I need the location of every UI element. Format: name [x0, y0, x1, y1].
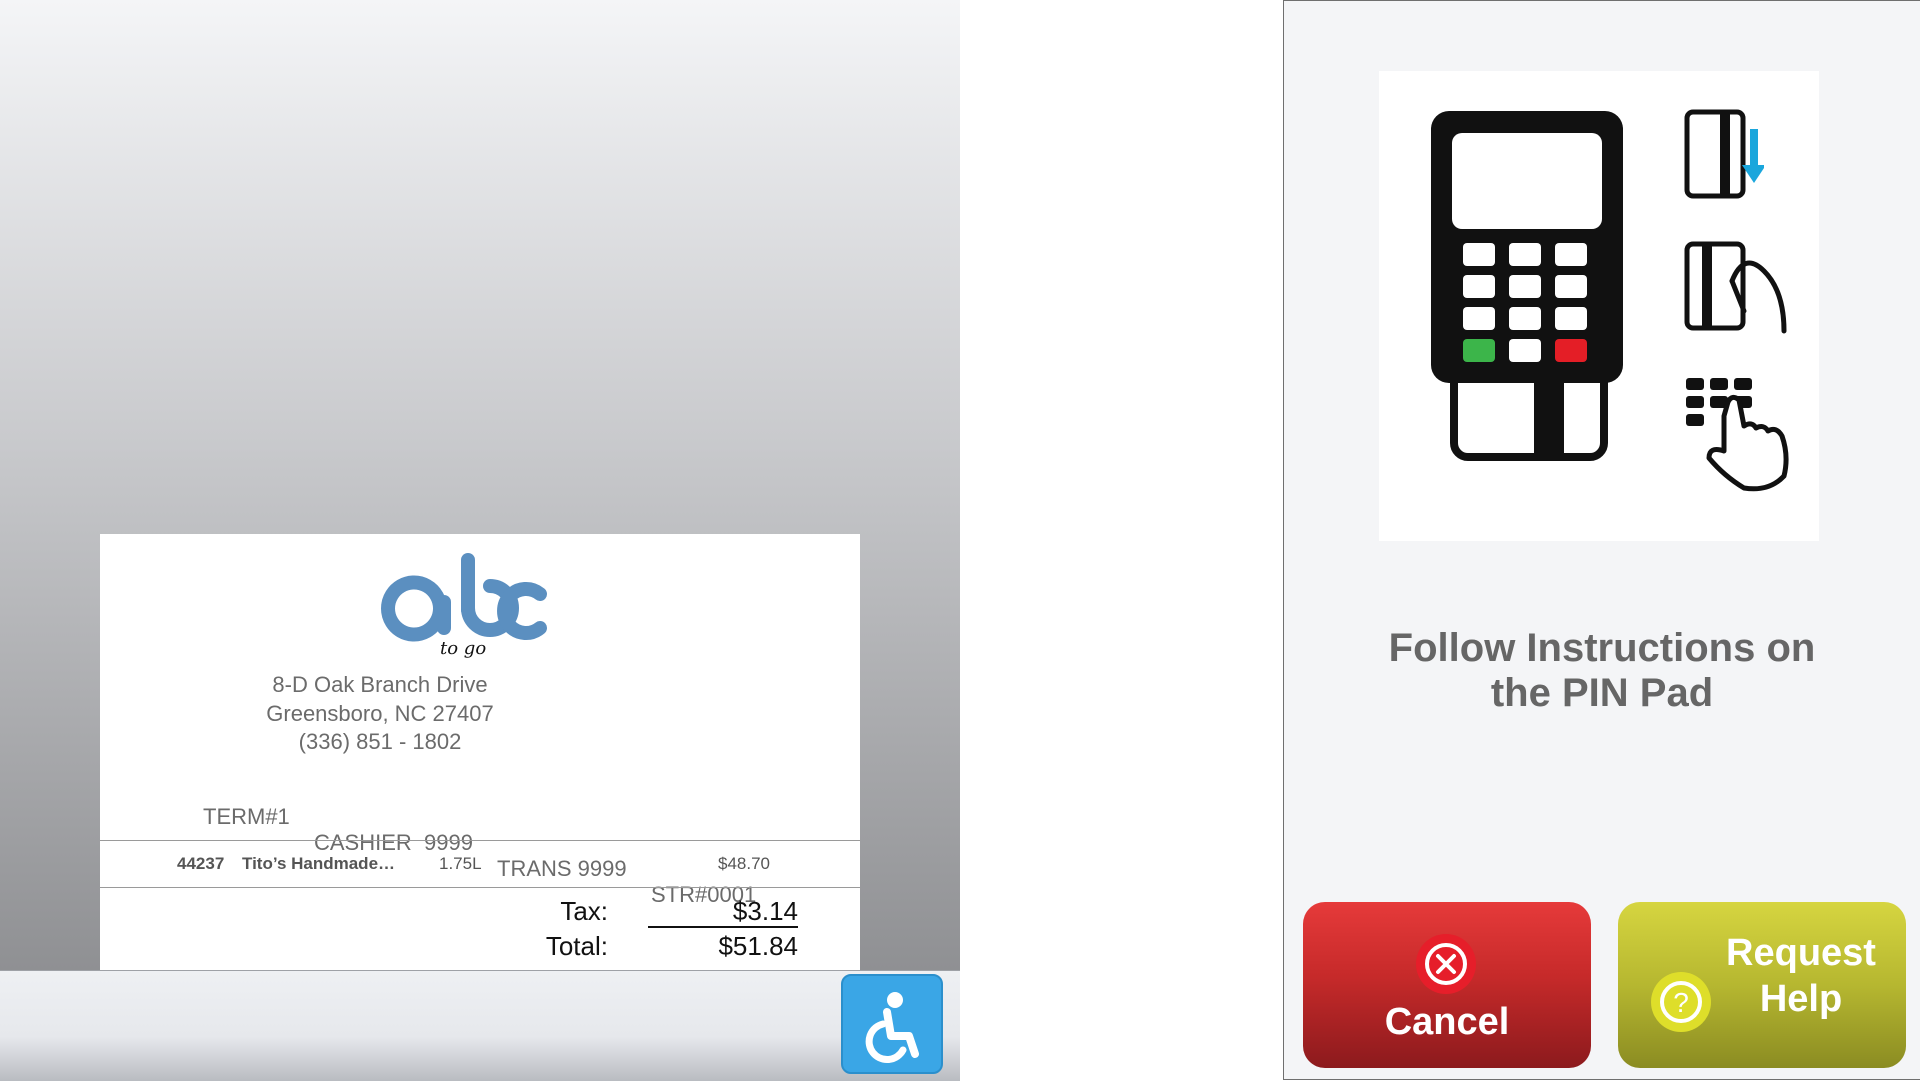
cancel-label: Cancel: [1384, 1001, 1510, 1043]
request-help-button[interactable]: ? Request Help: [1618, 902, 1906, 1068]
term-number: TERM#1: [203, 804, 290, 829]
bottom-toolbar: [0, 970, 960, 1081]
receipt: to go 8-D Oak Branch Drive Greensboro, N…: [100, 534, 860, 970]
pinpad-panel: Follow Instructions on the PIN Pad Cance…: [1283, 0, 1920, 1080]
abc-logo: to go: [381, 553, 547, 659]
help-label: Request Help: [1706, 930, 1896, 1022]
item-price: $48.70: [718, 854, 770, 873]
receipt-area: to go 8-D Oak Branch Drive Greensboro, N…: [0, 0, 960, 970]
instruction-line2: the PIN Pad: [1490, 671, 1714, 715]
item-size: 1.75L: [439, 854, 482, 873]
pinpad-illustration: [1379, 71, 1819, 541]
total-value: $51.84: [718, 931, 798, 961]
item-name: Tito’s Handmade…: [242, 854, 396, 873]
trans-number: TRANS 9999: [497, 856, 627, 881]
help-label-line1: Request: [1726, 932, 1876, 974]
item-code: 44237: [177, 854, 225, 873]
store-phone: (336) 851 - 1802: [298, 729, 462, 754]
wheelchair-icon: [865, 992, 919, 1063]
address-line1: 8-D Oak Branch Drive: [272, 672, 488, 697]
tax-underline: [648, 926, 798, 928]
insert-card-icon: [1684, 109, 1764, 199]
keypad-hand-icon: [1686, 378, 1789, 492]
svg-text:?: ?: [1673, 987, 1689, 1018]
divider: [100, 840, 860, 841]
logo-subtext: to go: [440, 638, 486, 659]
cashier-number: CASHIER 9999: [314, 830, 473, 855]
cancel-icon: [1416, 934, 1476, 994]
accessibility-button[interactable]: [841, 974, 943, 1074]
divider: [100, 887, 860, 888]
help-label-line2: Help: [1759, 978, 1843, 1020]
tax-value: $3.14: [732, 896, 798, 926]
help-icon: ?: [1651, 972, 1711, 1032]
tax-label: Tax:: [560, 896, 608, 926]
cancel-button[interactable]: Cancel: [1303, 902, 1591, 1068]
instruction-line1: Follow Instructions on: [1388, 626, 1816, 670]
tap-card-icon: [1684, 241, 1787, 334]
instruction-text: Follow Instructions on the PIN Pad: [1284, 626, 1920, 716]
total-label: Total:: [545, 931, 608, 961]
address-line2: Greensboro, NC 27407: [266, 701, 494, 726]
